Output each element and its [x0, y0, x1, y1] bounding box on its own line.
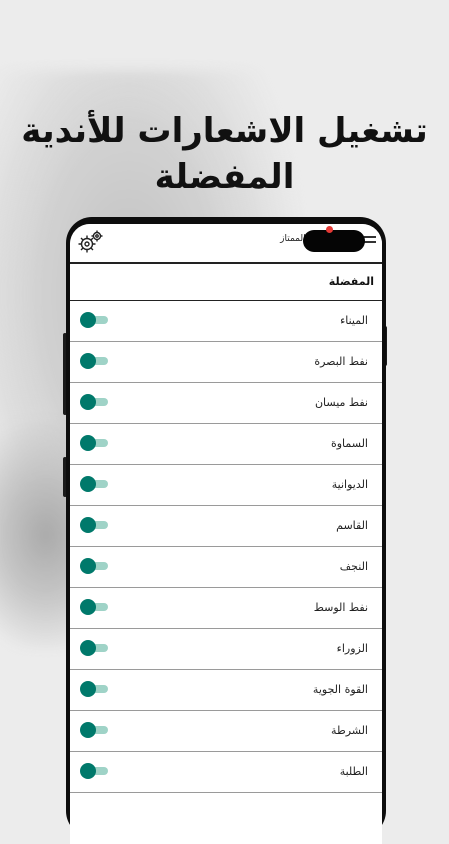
toggle-thumb — [80, 312, 96, 328]
notification-toggle[interactable] — [80, 763, 110, 779]
list-item: الشرطة — [70, 711, 382, 752]
toggle-thumb — [80, 435, 96, 451]
club-name: القاسم — [336, 519, 368, 532]
club-name: الشرطة — [331, 724, 368, 737]
club-list: الميناء نفط البصرة نفط ميسان السماوة الديوان… — [70, 301, 382, 793]
toggle-thumb — [80, 394, 96, 410]
section-title: المفضلة — [328, 275, 374, 288]
notification-toggle[interactable] — [80, 476, 110, 492]
toggle-thumb — [80, 763, 96, 779]
notification-toggle[interactable] — [80, 599, 110, 615]
list-item: نفط ميسان — [70, 383, 382, 424]
notification-toggle[interactable] — [80, 722, 110, 738]
club-name: الديوانية — [331, 478, 368, 491]
club-name: النجف — [339, 560, 368, 573]
toggle-thumb — [80, 517, 96, 533]
club-name: نفط البصرة — [314, 355, 368, 368]
phone-frame: في العراقي الممتاز المفضلة الميناءنفط ال… — [66, 217, 386, 844]
club-name: الميناء — [340, 314, 368, 327]
toggle-thumb — [80, 353, 96, 369]
promo-headline: تشغيل الاشعارات للأندية المفضلة — [21, 111, 428, 197]
list-item: نفط الوسط — [70, 588, 382, 629]
camera-dot — [326, 226, 333, 233]
club-name: الزوراء — [336, 642, 368, 655]
notification-toggle[interactable] — [80, 517, 110, 533]
favorites-header: المفضلة — [70, 264, 382, 301]
list-item: نفط البصرة — [70, 342, 382, 383]
list-item: النجف — [70, 547, 382, 588]
list-item: الديوانية — [70, 465, 382, 506]
notification-toggle[interactable] — [80, 312, 110, 328]
notification-toggle[interactable] — [80, 394, 110, 410]
notification-toggle[interactable] — [80, 681, 110, 697]
toggle-thumb — [80, 558, 96, 574]
notification-toggle[interactable] — [80, 353, 110, 369]
notification-toggle[interactable] — [80, 435, 110, 451]
list-item: القاسم — [70, 506, 382, 547]
camera-cutout — [303, 226, 365, 252]
list-item: الطلبة — [70, 752, 382, 793]
hamburger-icon[interactable] — [364, 236, 376, 248]
phone-screen: في العراقي الممتاز المفضلة الميناءنفط ال… — [70, 224, 382, 844]
toggle-thumb — [80, 681, 96, 697]
notification-toggle[interactable] — [80, 558, 110, 574]
list-item: القوة الجوية — [70, 670, 382, 711]
list-item: الزوراء — [70, 629, 382, 670]
toggle-thumb — [80, 722, 96, 738]
club-name: نفط الوسط — [313, 601, 368, 614]
toggle-thumb — [80, 640, 96, 656]
toggle-thumb — [80, 476, 96, 492]
list-item: الميناء — [70, 301, 382, 342]
list-item: السماوة — [70, 424, 382, 465]
club-name: القوة الجوية — [312, 683, 368, 696]
club-name: نفط ميسان — [314, 396, 368, 409]
gears-icon[interactable] — [76, 228, 106, 258]
club-name: الطلبة — [339, 765, 368, 778]
club-name: السماوة — [330, 437, 368, 450]
toggle-thumb — [80, 599, 96, 615]
notification-toggle[interactable] — [80, 640, 110, 656]
